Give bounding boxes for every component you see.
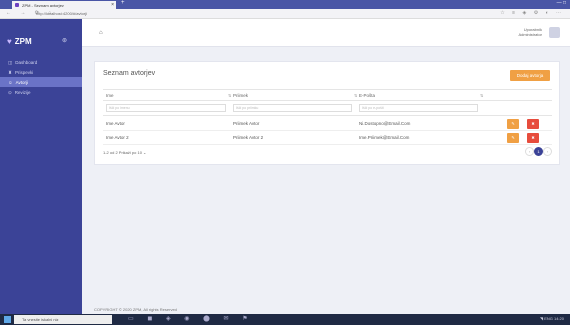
browser-tab[interactable]: ZPM - Seznam avtorjev ×	[12, 1, 116, 9]
close-tab-icon[interactable]: ×	[111, 2, 114, 8]
sort-icon[interactable]: ⇅	[228, 93, 231, 98]
prev-page-button[interactable]: ‹	[525, 147, 534, 156]
cell-eposta: Ni.Dostopno@Email.Com	[359, 121, 411, 126]
main-area: ⌂ Uporabnik Administrator Seznam avtorje…	[82, 19, 570, 314]
cell-ime: Ime Avtor	[106, 121, 125, 126]
column-header-eposta[interactable]: E-Pošta	[359, 93, 375, 98]
page-1-button[interactable]: 1	[534, 147, 543, 156]
filter-eposta-input[interactable]: Išči po e-pošti	[359, 104, 478, 112]
sidebar: ♥ ZPM ⊛ ◫ Dashboard ♜ Prispevki ☺ Avtorji ⊙ R…	[0, 19, 82, 314]
delete-button[interactable]: ✖	[527, 119, 539, 129]
authors-icon: ☺	[8, 80, 13, 85]
sidebar-item-dashboard[interactable]: ◫ Dashboard	[0, 57, 82, 67]
footer-copyright: COPYRIGHT © 2020 ZPM, All rights Reserve…	[94, 307, 177, 312]
sidebar-item-revizije[interactable]: ⊙ Revizije	[0, 87, 82, 97]
column-header-ime[interactable]: Ime	[106, 93, 114, 98]
contributions-icon: ♜	[8, 70, 13, 75]
home-icon[interactable]: ⌂	[99, 30, 103, 36]
sidebar-item-label: Avtorji	[15, 80, 29, 85]
edit-button[interactable]: ✎	[507, 119, 519, 129]
extension-icons[interactable]: ☆ ≡ ◈ ⚙ ◐ ⋯	[500, 10, 564, 16]
column-header-priimek[interactable]: Priimek	[233, 93, 248, 98]
user-role: Administrator	[518, 32, 542, 37]
cell-ime: Ime Avtor 2	[106, 135, 129, 140]
pagination-info[interactable]: 1-2 od 2 Prikaži po 10 ⌄	[103, 150, 146, 155]
sort-icon[interactable]: ⇅	[354, 93, 357, 98]
system-tray[interactable]: ◥ ENG 14:20	[540, 316, 564, 321]
taskbar: Ta vnesite iskalni niz ▭ ◼ ◈ ◉ ⬤ ✉ ⚑ ◥ E…	[0, 314, 570, 325]
settings-icon[interactable]: ⊛	[62, 37, 67, 44]
top-bar: ⌂ Uporabnik Administrator	[82, 19, 570, 47]
dashboard-icon: ◫	[8, 60, 13, 65]
sidebar-item-prispevki[interactable]: ♜ Prispevki	[0, 67, 82, 77]
cell-eposta: Ime.Priimek@Email.Com	[359, 135, 410, 140]
reviews-icon: ⊙	[8, 90, 12, 95]
sidebar-item-avtorji[interactable]: ☺ Avtorji	[0, 77, 82, 87]
table-header: Ime ⇅ Priimek ⇅ E-Pošta ⇅	[103, 89, 552, 101]
new-tab-button[interactable]: +	[121, 0, 125, 6]
url-field[interactable]: http://localhost:4200/#/avtorji	[36, 11, 87, 16]
tab-title: ZPM - Seznam avtorjev	[22, 3, 64, 8]
cell-priimek: Priimek Avtor 2	[233, 135, 264, 140]
browser-tabbar: ZPM - Seznam avtorjev × + — □	[0, 0, 570, 9]
address-bar: ← → ⟳ ⌂ http://localhost:4200/#/avtorji …	[0, 9, 570, 19]
page-title: Seznam avtorjev	[103, 70, 156, 77]
next-page-button[interactable]: ›	[543, 147, 552, 156]
pagination-nav: ‹ 1 ›	[525, 147, 552, 157]
edit-button[interactable]: ✎	[507, 133, 519, 143]
heart-icon: ♥	[7, 37, 12, 46]
filter-ime-input[interactable]: Išči po imenu	[106, 104, 226, 112]
filter-row: Išči po imenu Išči po priimku Išči po e-…	[103, 101, 552, 116]
brand-name: ZPM	[14, 37, 32, 46]
brand-logo[interactable]: ♥ ZPM	[7, 37, 32, 46]
windows-start-icon[interactable]	[4, 316, 11, 323]
add-author-button[interactable]: Dodaj avtorja	[510, 70, 550, 81]
taskbar-app-icons[interactable]: ▭ ◼ ◈ ◉ ⬤ ✉ ⚑	[128, 315, 254, 322]
authors-card: Seznam avtorjev Dodaj avtorja Ime ⇅ Prii…	[94, 61, 560, 165]
filter-priimek-input[interactable]: Išči po priimku	[233, 104, 352, 112]
sort-icon[interactable]: ⇅	[480, 93, 483, 98]
avatar[interactable]	[549, 27, 560, 38]
sidebar-item-label: Prispevki	[15, 70, 34, 75]
favicon-icon	[15, 3, 19, 7]
table-row[interactable]: Ime Avtor 2 Priimek Avtor 2 Ime.Priimek@…	[103, 131, 552, 145]
user-info[interactable]: Uporabnik Administrator	[518, 27, 542, 37]
table-row[interactable]: Ime Avtor Priimek Avtor Ni.Dostopno@Emai…	[103, 117, 552, 131]
cell-priimek: Priimek Avtor	[233, 121, 260, 126]
taskbar-search[interactable]: Ta vnesite iskalni niz	[14, 315, 112, 324]
sidebar-item-label: Dashboard	[15, 60, 38, 65]
sidebar-item-label: Revizije	[14, 90, 31, 95]
delete-button[interactable]: ✖	[527, 133, 539, 143]
window-controls[interactable]: — □	[557, 0, 566, 6]
